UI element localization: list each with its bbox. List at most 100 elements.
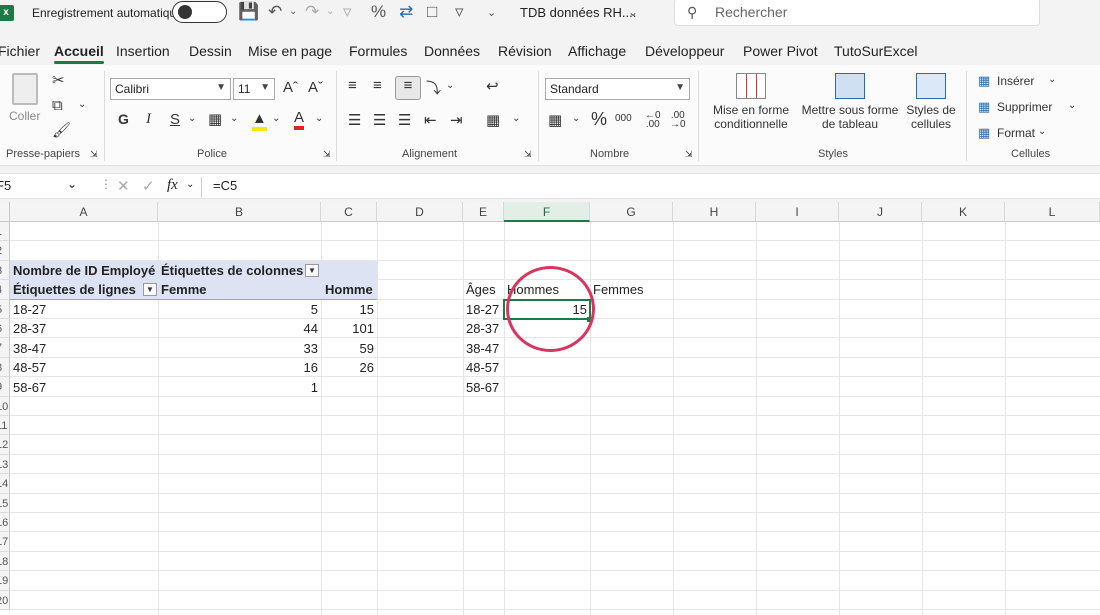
- header-ages[interactable]: Âges: [466, 280, 496, 299]
- format-dropdown-icon[interactable]: ⌄: [1038, 126, 1046, 137]
- insert-dropdown-icon[interactable]: ⌄: [1048, 74, 1056, 85]
- delete-cells-icon[interactable]: ▦: [978, 99, 990, 115]
- align-top-icon[interactable]: ≡: [348, 77, 357, 94]
- thousands-separator-icon[interactable]: 000: [615, 113, 632, 124]
- pivot-value-homme[interactable]: [321, 378, 377, 397]
- select-objects-icon[interactable]: □: [427, 2, 437, 22]
- column-header-i[interactable]: I: [756, 202, 839, 222]
- column-header-g[interactable]: G: [590, 202, 673, 222]
- row-header-15[interactable]: 15: [0, 493, 10, 513]
- tab-accueil[interactable]: Accueil: [54, 43, 104, 64]
- align-bottom-icon[interactable]: ≡: [395, 76, 421, 100]
- row-header-17[interactable]: 17: [0, 532, 10, 552]
- percent-style-icon[interactable]: %: [371, 2, 386, 22]
- clipboard-launcher-icon[interactable]: ⇲: [90, 149, 98, 160]
- insert-cells-label[interactable]: Insérer: [997, 74, 1034, 88]
- insert-function-dropdown-icon[interactable]: ⌄: [186, 179, 194, 190]
- borders-icon[interactable]: ▦: [208, 110, 222, 128]
- decrease-font-icon[interactable]: Aˇ: [308, 79, 323, 96]
- age-cell[interactable]: 48-57: [466, 358, 499, 377]
- save-icon[interactable]: 💾: [238, 2, 259, 22]
- row-header-5[interactable]: 5: [0, 299, 10, 319]
- font-color-icon[interactable]: A: [294, 109, 305, 130]
- percent-format-icon[interactable]: %: [591, 109, 607, 130]
- column-filter-dropdown[interactable]: ▼: [305, 264, 319, 277]
- pivot-value-homme[interactable]: 26: [321, 358, 377, 377]
- pivot-row-label[interactable]: 38-47: [13, 339, 46, 358]
- format-painter-icon[interactable]: 🖌: [52, 121, 71, 139]
- pivot-value-femme[interactable]: 33: [158, 339, 321, 358]
- pivot-row-label[interactable]: 18-27: [13, 300, 46, 319]
- file-name-dropdown-icon[interactable]: ⌄: [628, 5, 638, 19]
- row-header-6[interactable]: 6: [0, 319, 10, 339]
- font-name-combo[interactable]: Calibri ▼: [110, 78, 231, 100]
- tab-affichage[interactable]: Affichage: [568, 43, 626, 59]
- pivot-value-homme[interactable]: 15: [321, 300, 377, 319]
- pivot-header-femme[interactable]: Femme: [161, 280, 207, 299]
- pivot-value-femme[interactable]: 44: [158, 319, 321, 338]
- cut-icon[interactable]: ✂: [52, 71, 65, 89]
- font-size-combo[interactable]: 11 ▼: [233, 78, 275, 100]
- column-header-c[interactable]: C: [321, 202, 377, 222]
- undo-icon[interactable]: ↶: [268, 2, 282, 22]
- borders-dropdown-icon[interactable]: ⌄: [230, 113, 238, 124]
- format-as-table-button[interactable]: Mettre sous forme de tableau: [800, 73, 900, 145]
- pivot-row-labels[interactable]: Étiquettes de lignes: [13, 280, 136, 299]
- tab-fichier[interactable]: Fichier: [0, 43, 40, 59]
- delete-dropdown-icon[interactable]: ⌄: [1068, 100, 1076, 111]
- bold-button[interactable]: G: [118, 111, 129, 127]
- column-header-d[interactable]: D: [377, 202, 463, 222]
- name-box-dropdown-icon[interactable]: ⌄: [67, 177, 77, 191]
- pivot-value-femme[interactable]: 1: [158, 378, 321, 397]
- merge-cells-icon[interactable]: ▦: [486, 111, 500, 129]
- customize-toolbar-icon[interactable]: ⌄: [487, 6, 496, 19]
- insert-function-button[interactable]: fx: [167, 177, 178, 194]
- cancel-icon[interactable]: ✕: [117, 177, 130, 195]
- row-header-4[interactable]: 4: [0, 280, 10, 300]
- insert-cells-icon[interactable]: ▦: [978, 73, 990, 89]
- search-box[interactable]: ⚲ Rechercher: [674, 0, 1040, 26]
- delete-cells-label[interactable]: Supprimer: [997, 100, 1052, 114]
- advanced-filter-icon[interactable]: ▿: [455, 2, 464, 22]
- tab-donnees[interactable]: Données: [424, 43, 480, 59]
- select-all-corner[interactable]: [0, 202, 10, 222]
- merge-dropdown-icon[interactable]: ⌄: [512, 113, 520, 124]
- undo-dropdown-icon[interactable]: ⌄: [289, 6, 297, 17]
- number-launcher-icon[interactable]: ⇲: [685, 149, 693, 160]
- redo-icon[interactable]: ↷: [305, 2, 319, 22]
- column-header-e[interactable]: E: [463, 202, 504, 222]
- clear-filter-icon[interactable]: ▿: [343, 2, 352, 22]
- fill-color-dropdown-icon[interactable]: ⌄: [272, 113, 280, 124]
- row-header-12[interactable]: 12: [0, 435, 10, 455]
- row-header-16[interactable]: 16: [0, 513, 10, 533]
- number-format-combo[interactable]: Standard ▼: [545, 78, 690, 100]
- copy-dropdown-icon[interactable]: ⌄: [78, 99, 86, 110]
- age-cell[interactable]: 58-67: [466, 378, 499, 397]
- decrease-decimal-icon[interactable]: .00 →0: [670, 111, 686, 130]
- worksheet-grid[interactable]: A B C D E F G H I J K L 1234567891011121…: [0, 202, 1100, 615]
- refresh-all-icon[interactable]: ⇄: [399, 2, 413, 22]
- underline-button[interactable]: S: [170, 111, 180, 128]
- tab-developpeur[interactable]: Développeur: [645, 43, 724, 59]
- column-header-k[interactable]: K: [922, 202, 1005, 222]
- pivot-value-femme[interactable]: 16: [158, 358, 321, 377]
- accounting-format-icon[interactable]: ▦: [548, 111, 562, 129]
- file-name[interactable]: TDB données RH....: [520, 5, 636, 20]
- column-header-l[interactable]: L: [1005, 202, 1100, 222]
- alignment-launcher-icon[interactable]: ⇲: [524, 149, 532, 160]
- row-header-19[interactable]: 19: [0, 571, 10, 591]
- enter-icon[interactable]: ✓: [142, 177, 155, 195]
- font-launcher-icon[interactable]: ⇲: [323, 149, 331, 160]
- row-header-7[interactable]: 7: [0, 338, 10, 358]
- conditional-formatting-button[interactable]: Mise en forme conditionnelle: [706, 73, 796, 145]
- increase-indent-icon[interactable]: ⇥: [450, 111, 463, 129]
- row-header-14[interactable]: 14: [0, 474, 10, 494]
- row-header-1[interactable]: 1: [0, 222, 10, 242]
- pivot-column-labels[interactable]: Étiquettes de colonnes: [161, 261, 303, 280]
- row-header-11[interactable]: 11: [0, 416, 10, 436]
- accounting-dropdown-icon[interactable]: ⌄: [572, 113, 580, 124]
- formula-input[interactable]: =C5: [213, 178, 237, 193]
- row-header-8[interactable]: 8: [0, 357, 10, 378]
- increase-font-icon[interactable]: Aˆ: [283, 79, 298, 96]
- pivot-row-label[interactable]: 48-57: [13, 358, 46, 377]
